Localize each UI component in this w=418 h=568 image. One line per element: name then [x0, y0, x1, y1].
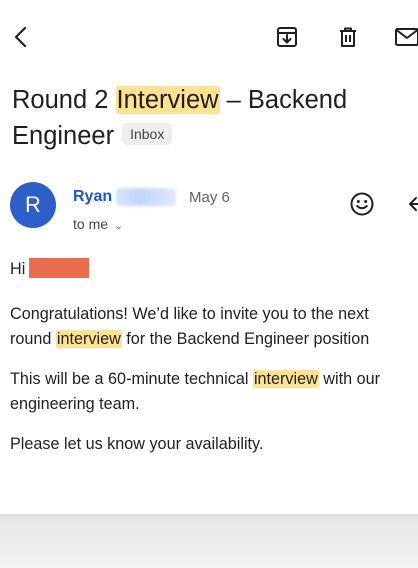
details-line-1: This will be a 60-minute technical inter…	[10, 367, 418, 392]
invite-line-2-start: round	[10, 330, 56, 348]
invite-line-1: Congratulations! We’d like to invite you…	[10, 305, 369, 323]
details-line-1-end: with our	[318, 370, 380, 388]
recipient-label: to me	[73, 216, 109, 232]
avatar[interactable]: R	[10, 182, 56, 228]
greeting-text: Hi	[10, 260, 26, 278]
archive-button[interactable]	[272, 22, 302, 52]
inbox-label-chip[interactable]: Inbox	[122, 123, 173, 146]
email-subject: Round 2 Interview – Backend Engineer Inbo…	[12, 82, 408, 154]
invite-line-2-end: for the Backend Engineer position	[121, 330, 370, 348]
body-paragraph-invite: Congratulations! We’d like to invite you…	[10, 302, 418, 352]
reply-arrow-icon	[409, 197, 418, 211]
sender-name-redacted	[116, 188, 176, 206]
chevron-down-icon: ⌄	[114, 220, 124, 232]
body-paragraph-availability: Please let us know your availability.	[10, 435, 264, 453]
sender-header: R Ryan May 6 to me ⌄	[10, 182, 418, 234]
sent-date: May 6	[189, 189, 230, 206]
recipient-name-redacted	[29, 258, 90, 279]
greeting-line: Hi	[10, 257, 418, 282]
archive-icon	[277, 27, 297, 47]
delete-button[interactable]	[333, 22, 363, 52]
body-paragraph-details: This will be a 60-minute technical inter…	[10, 367, 418, 417]
reply-button[interactable]	[403, 189, 418, 219]
interview-highlight: interview	[55, 330, 122, 348]
back-arrow-icon	[14, 26, 27, 48]
mark-unread-icon	[395, 28, 418, 46]
bottom-panel	[0, 516, 418, 568]
recipient-details-toggle[interactable]: to me ⌄	[73, 216, 123, 232]
subject-text-start: Round 2	[12, 86, 116, 114]
details-line-1-start: This will be a 60-minute technical	[10, 370, 253, 388]
add-reaction-button[interactable]	[347, 189, 377, 219]
back-button[interactable]	[6, 22, 36, 52]
email-body: Hi Congratulations! We’d like to invite …	[10, 257, 418, 457]
details-line-2: engineering team.	[10, 395, 140, 413]
delete-icon	[340, 27, 356, 47]
sender-name[interactable]: Ryan	[73, 188, 112, 206]
invite-line-2: round interview for the Backend Engineer…	[10, 327, 418, 352]
top-toolbar	[0, 0, 418, 72]
subject-highlight: Interview	[115, 86, 220, 114]
mark-unread-button[interactable]	[392, 22, 418, 52]
smiley-icon	[350, 192, 374, 216]
interview-highlight: interview	[252, 370, 319, 388]
